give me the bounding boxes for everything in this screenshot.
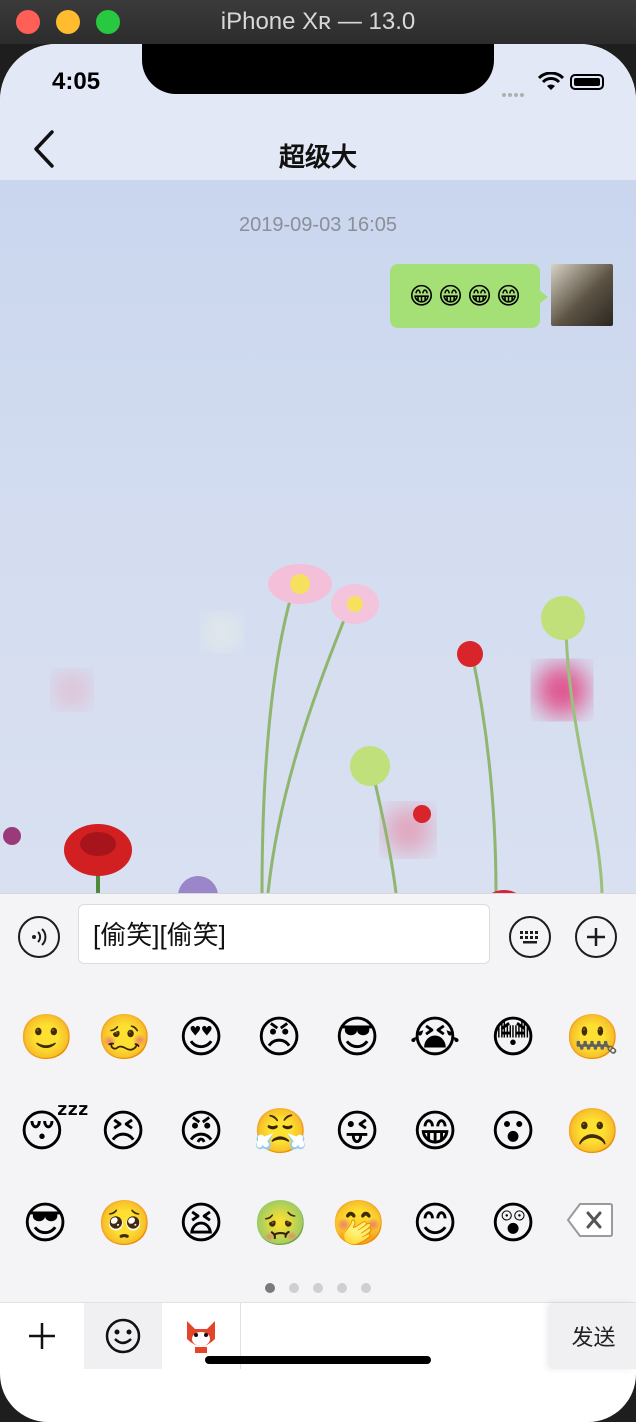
message-input[interactable]: [偷笑][偷笑] (78, 904, 490, 964)
emoji-key[interactable]: 😡 (175, 1106, 227, 1158)
nav-bar: 超级大 (0, 130, 636, 181)
tab-emoji[interactable] (84, 1303, 162, 1369)
backspace-icon[interactable] (566, 1202, 614, 1238)
emoji-key[interactable]: 🙂 (19, 1012, 74, 1064)
emoji-key[interactable]: 😍 (175, 1012, 227, 1064)
pink-daisy-1 (268, 564, 332, 604)
pink-daisy-2 (331, 584, 379, 624)
emoji-key[interactable]: 😎 (19, 1198, 71, 1250)
avatar[interactable] (551, 264, 613, 326)
emoji-key[interactable]: 😴 (19, 1106, 90, 1158)
emoji-key[interactable]: 😤 (253, 1106, 308, 1158)
window-title: iPhone Xʀ — 13.0 (220, 8, 416, 35)
emoji-key[interactable]: 😣 (97, 1106, 149, 1158)
page-dot[interactable] (313, 1283, 323, 1293)
grin-emoji: 😁 (496, 282, 522, 310)
page-dot[interactable] (337, 1283, 347, 1293)
sent-message-bubble[interactable]: 😁 😁 😁 😁 (390, 264, 548, 328)
emoji-key[interactable]: 😁 (409, 1106, 461, 1158)
emoji-panel: 🙂 🥴 😍 😠 😎 😭 😳 🤐 😴 😣 😡 😤 😜 😁 😮 ☹️ 😎 🥺 😫 🤢… (0, 986, 636, 1302)
window-titlebar: iPhone Xʀ — 13.0 (0, 0, 636, 44)
voice-icon (32, 928, 47, 946)
emoji-key[interactable]: 😳 (487, 1012, 539, 1064)
grin-emoji: 😁 (408, 282, 434, 310)
emoji-key[interactable]: 🤢 (253, 1198, 308, 1250)
emoji-key[interactable]: 😎 (331, 1012, 383, 1064)
page-indicator (0, 1280, 636, 1298)
home-indicator (205, 1356, 431, 1364)
chat-title: 超级大 (278, 142, 357, 172)
plus-icon (29, 1323, 55, 1349)
page-dot-active[interactable] (265, 1283, 275, 1293)
send-button[interactable]: 发送 (551, 1303, 636, 1369)
keyboard-button[interactable] (509, 916, 551, 958)
voice-button[interactable] (18, 916, 60, 958)
emoji-key[interactable]: 😫 (175, 1198, 227, 1250)
emoji-key[interactable]: 😜 (331, 1106, 383, 1158)
phone-screen: 4:05 超级大 2019-09-03 16:05 😁 😁 😁 😁 [偷笑][偷… (0, 44, 636, 1422)
page-dot[interactable] (289, 1283, 299, 1293)
emoji-key[interactable]: ☹️ (565, 1106, 620, 1158)
tab-add[interactable] (0, 1303, 84, 1369)
emoji-key[interactable]: 🥴 (97, 1012, 152, 1064)
flower-background-image (3, 564, 604, 893)
red-rose (64, 824, 132, 876)
device-notch (142, 44, 494, 94)
emoji-key[interactable]: 🤭 (331, 1198, 386, 1250)
emoji-key[interactable]: 🥺 (97, 1198, 152, 1250)
emoji-key[interactable]: 😠 (253, 1012, 305, 1064)
page-dot[interactable] (361, 1283, 371, 1293)
emoji-key[interactable]: 😭 (409, 1012, 461, 1064)
smiley-icon (105, 1318, 141, 1354)
add-button[interactable] (575, 916, 617, 958)
battery-icon (570, 74, 604, 90)
grin-emoji: 😁 (437, 282, 463, 310)
plus-circle-icon (587, 928, 605, 946)
message-timestamp: 2019-09-03 16:05 (239, 214, 397, 236)
emoji-key[interactable]: 😲 (487, 1198, 539, 1250)
cellular-signal-icon (502, 84, 530, 97)
status-time: 4:05 (52, 68, 101, 95)
chat-area[interactable]: 2019-09-03 16:05 😁 😁 😁 😁 (0, 180, 636, 893)
emoji-key[interactable]: 😮 (487, 1106, 539, 1158)
emoji-key[interactable]: 😊 (409, 1198, 461, 1250)
emoji-key[interactable]: 🤐 (565, 1012, 620, 1064)
grin-emoji: 😁 (467, 282, 493, 310)
fox-sticker-icon (187, 1321, 215, 1353)
input-bar: [偷笑][偷笑] (0, 893, 636, 987)
wifi-icon (538, 72, 564, 90)
keyboard-icon (520, 931, 538, 944)
